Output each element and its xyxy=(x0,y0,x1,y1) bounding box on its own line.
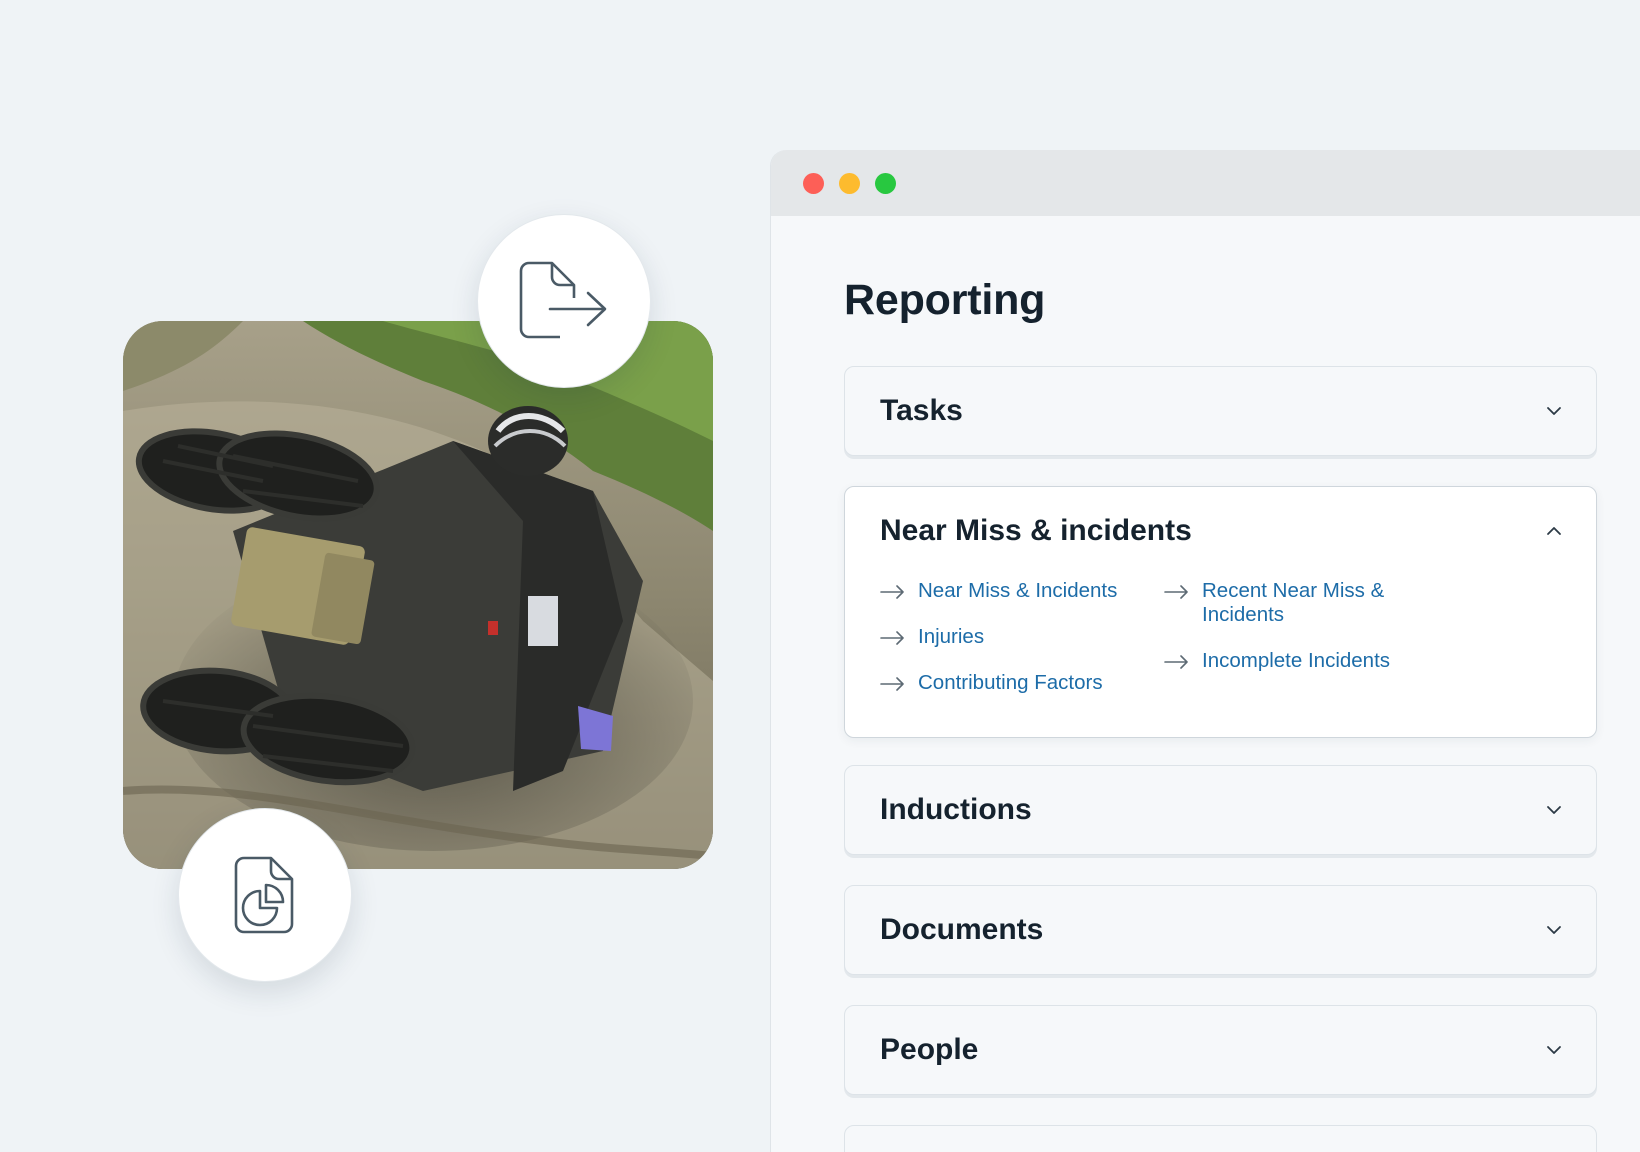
report-link-label[interactable]: Recent Near Miss & Incidents xyxy=(1202,579,1402,627)
accordion-header-near-miss-incidents[interactable]: Near Miss & incidents xyxy=(845,487,1596,575)
close-window-button[interactable] xyxy=(803,173,824,194)
accordion-people[interactable]: People xyxy=(844,1005,1597,1095)
report-link-recent-near-miss-incidents[interactable]: Recent Near Miss & Incidents xyxy=(1164,579,1464,627)
report-link-near-miss-incidents[interactable]: Near Miss & Incidents xyxy=(880,579,1164,603)
accordion-documents[interactable]: Documents xyxy=(844,885,1597,975)
report-link-injuries[interactable]: Injuries xyxy=(880,625,1164,649)
page-title: Reporting xyxy=(844,276,1046,324)
accordion-inductions[interactable]: Inductions xyxy=(844,765,1597,855)
accordion-header-documents[interactable]: Documents xyxy=(845,886,1596,974)
accordion-body: Near Miss & Incidents Injuries Contribut… xyxy=(845,575,1596,717)
arrow-right-icon xyxy=(1164,655,1188,669)
arrow-right-icon xyxy=(880,631,904,645)
accordion-header-inductions[interactable]: Inductions xyxy=(845,766,1596,854)
arrow-right-icon xyxy=(880,677,904,691)
accordion-header-tasks[interactable]: Tasks xyxy=(845,367,1596,455)
document-pie-chart-icon xyxy=(234,856,294,934)
incident-photo xyxy=(123,321,713,869)
accordion-near-miss-incidents[interactable]: Near Miss & incidents Near Miss & Incide… xyxy=(844,486,1597,738)
report-link-label[interactable]: Incomplete Incidents xyxy=(1202,649,1390,673)
document-export-icon xyxy=(519,261,607,339)
accordion-title: Tasks xyxy=(880,394,963,427)
chevron-down-icon xyxy=(1547,806,1561,814)
minimize-window-button[interactable] xyxy=(839,173,860,194)
reporting-window: Reporting Tasks Near Miss & incidents Ne… xyxy=(771,150,1640,1152)
accordion-next-partial[interactable] xyxy=(844,1125,1597,1152)
window-titlebar xyxy=(771,150,1640,216)
accordion-tasks[interactable]: Tasks xyxy=(844,366,1597,456)
report-link-incomplete-incidents[interactable]: Incomplete Incidents xyxy=(1164,649,1464,673)
accordion-title: People xyxy=(880,1033,979,1066)
arrow-right-icon xyxy=(880,585,904,599)
chevron-down-icon xyxy=(1547,407,1561,415)
accordion-title: Documents xyxy=(880,913,1044,946)
accordion-title: Inductions xyxy=(880,793,1032,826)
report-link-label[interactable]: Injuries xyxy=(918,625,984,649)
arrow-right-icon xyxy=(1164,585,1188,599)
accordion-title: Near Miss & incidents xyxy=(880,514,1192,547)
atv-rollover-image xyxy=(123,321,713,869)
report-link-label[interactable]: Contributing Factors xyxy=(918,671,1103,695)
report-document-badge[interactable] xyxy=(178,808,352,982)
report-link-contributing-factors[interactable]: Contributing Factors xyxy=(880,671,1164,695)
export-document-badge[interactable] xyxy=(477,214,651,388)
report-link-label[interactable]: Near Miss & Incidents xyxy=(918,579,1117,603)
chevron-down-icon xyxy=(1547,1046,1561,1054)
report-links-left: Near Miss & Incidents Injuries Contribut… xyxy=(880,579,1164,717)
report-links-right: Recent Near Miss & Incidents Incomplete … xyxy=(1164,579,1464,717)
chevron-down-icon xyxy=(1547,926,1561,934)
maximize-window-button[interactable] xyxy=(875,173,896,194)
chevron-up-icon xyxy=(1547,527,1561,535)
accordion-header-people[interactable]: People xyxy=(845,1006,1596,1094)
